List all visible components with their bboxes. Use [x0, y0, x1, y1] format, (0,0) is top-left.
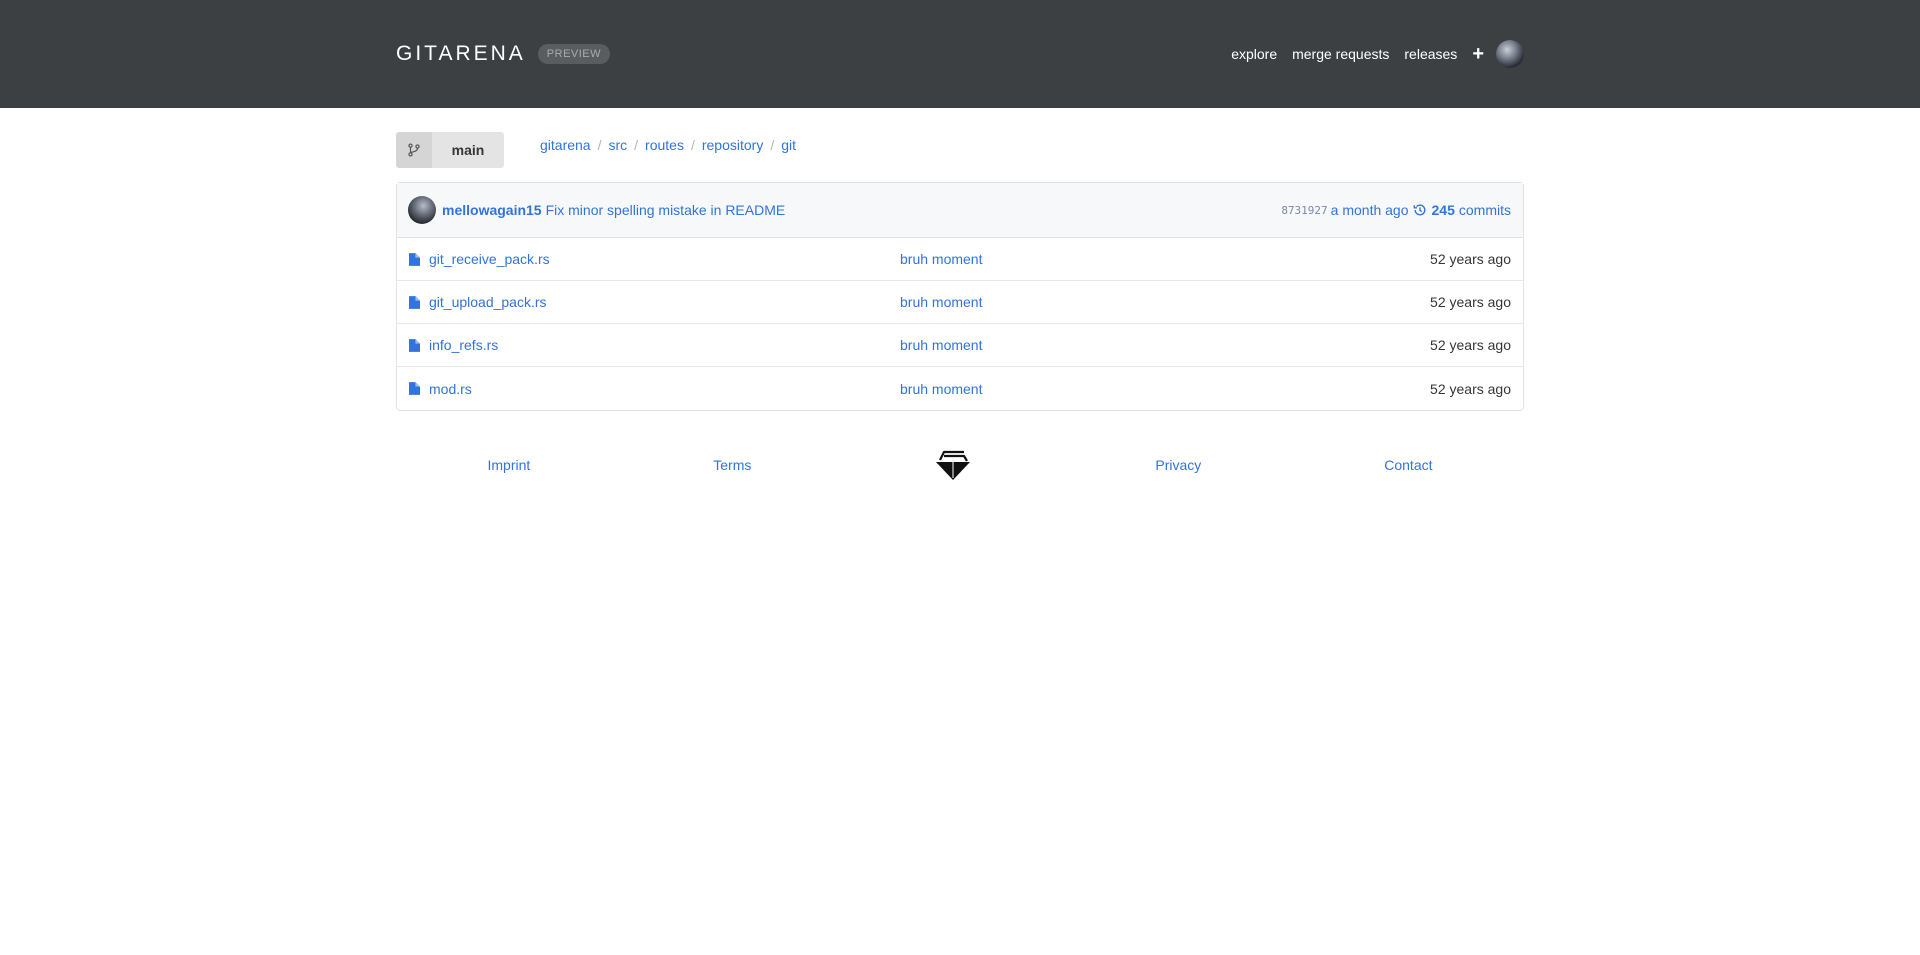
last-commit-header: mellowagain15 Fix minor spelling mistake… [397, 183, 1523, 238]
file-commit-message[interactable]: bruh moment [900, 294, 982, 310]
file-commit-message[interactable]: bruh moment [900, 337, 982, 353]
file-name[interactable]: git_upload_pack.rs [429, 294, 547, 310]
breadcrumb: gitarena / src / routes / repository / g… [540, 137, 796, 153]
commit-author-avatar[interactable] [408, 196, 436, 224]
file-commit-cell: bruh moment [900, 381, 1430, 397]
commit-count-label[interactable]: commits [1459, 202, 1511, 218]
file-commit-message[interactable]: bruh moment [900, 381, 982, 397]
commit-author[interactable]: mellowagain15 [442, 202, 542, 218]
brand[interactable]: GITARENA PREVIEW [396, 42, 611, 66]
user-avatar[interactable] [1496, 40, 1524, 68]
file-name[interactable]: mod.rs [429, 381, 472, 397]
table-row: git_upload_pack.rs bruh moment 52 years … [397, 281, 1523, 324]
commit-message[interactable]: Fix minor spelling mistake in README [546, 202, 786, 218]
breadcrumb-separator: / [634, 137, 639, 153]
table-row: info_refs.rs bruh moment 52 years ago [397, 324, 1523, 367]
file-time: 52 years ago [1430, 380, 1511, 397]
footer-link-imprint[interactable]: Imprint [487, 457, 530, 473]
branch-name[interactable]: main [432, 132, 504, 168]
branch-icon-box[interactable] [396, 132, 432, 168]
breadcrumb-separator: / [770, 137, 775, 153]
footer-link-privacy[interactable]: Privacy [1155, 457, 1201, 473]
branch-icon [408, 143, 420, 157]
commit-count[interactable]: 245 [1432, 202, 1455, 218]
main-content: main gitarena / src / routes / repositor… [396, 132, 1524, 411]
file-icon [409, 382, 420, 395]
breadcrumb-separator: / [690, 137, 695, 153]
navbar-inner: GITARENA PREVIEW explore merge requests … [396, 0, 1524, 108]
breadcrumb-item[interactable]: repository [702, 137, 763, 153]
commit-time: a month ago [1330, 202, 1409, 218]
nav-link-explore[interactable]: explore [1231, 46, 1277, 62]
footer-link-contact[interactable]: Contact [1384, 457, 1432, 473]
commit-hash[interactable]: 8731927 [1281, 204, 1327, 217]
breadcrumb-separator: / [597, 137, 602, 153]
file-name[interactable]: info_refs.rs [429, 337, 498, 353]
breadcrumb-item[interactable]: src [608, 137, 627, 153]
preview-badge: PREVIEW [537, 44, 611, 64]
file-name-cell: info_refs.rs [409, 337, 900, 353]
branch-selector-button[interactable]: main [396, 132, 504, 168]
file-name-cell: mod.rs [409, 381, 900, 397]
file-icon [409, 252, 420, 266]
file-name-cell: git_upload_pack.rs [409, 294, 900, 310]
breadcrumb-item[interactable]: routes [645, 137, 684, 153]
repo-toolbar: main gitarena / src / routes / repositor… [396, 132, 1524, 168]
file-time: 52 years ago [1430, 251, 1511, 267]
table-row: git_receive_pack.rs bruh moment 52 years… [397, 238, 1523, 281]
file-time: 52 years ago [1430, 294, 1511, 310]
file-list: mellowagain15 Fix minor spelling mistake… [396, 182, 1524, 411]
breadcrumb-item[interactable]: gitarena [540, 137, 591, 153]
brand-name[interactable]: GITARENA [396, 42, 526, 66]
commit-info: mellowagain15 Fix minor spelling mistake… [408, 196, 785, 224]
file-commit-message[interactable]: bruh moment [900, 251, 982, 267]
logo-icon[interactable] [934, 448, 972, 482]
nav-link-merge-requests[interactable]: merge requests [1292, 46, 1389, 62]
file-time: 52 years ago [1430, 337, 1511, 353]
history-icon[interactable] [1413, 203, 1427, 217]
nav-link-releases[interactable]: releases [1404, 46, 1457, 62]
nav-links: explore merge requests releases + [1216, 40, 1524, 68]
file-commit-cell: bruh moment [900, 251, 1430, 267]
footer: Imprint Terms Privacy Contact [396, 445, 1524, 485]
breadcrumb-item[interactable]: git [781, 137, 796, 153]
file-name[interactable]: git_receive_pack.rs [429, 251, 550, 267]
file-icon [409, 338, 420, 352]
table-row: mod.rs bruh moment 52 years ago [397, 367, 1523, 410]
footer-link-terms[interactable]: Terms [713, 457, 751, 473]
file-commit-cell: bruh moment [900, 337, 1430, 353]
navbar: GITARENA PREVIEW explore merge requests … [0, 0, 1920, 108]
file-name-cell: git_receive_pack.rs [409, 251, 900, 267]
plus-icon[interactable]: + [1472, 44, 1484, 64]
commit-meta: 8731927 a month ago 245 commits [1281, 202, 1511, 218]
file-commit-cell: bruh moment [900, 294, 1430, 310]
file-icon [409, 295, 420, 309]
